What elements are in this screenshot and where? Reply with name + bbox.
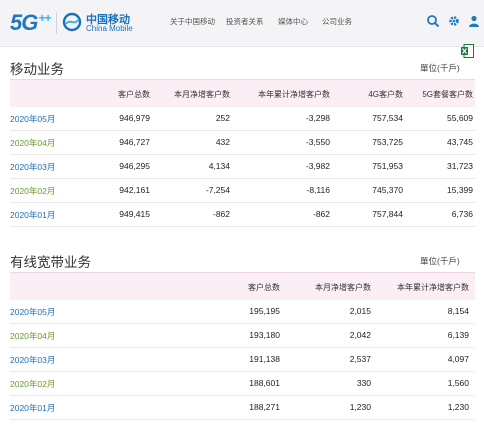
cell-month-net: 2,042 bbox=[349, 330, 371, 340]
cell-ytd-net: 8,154 bbox=[447, 306, 469, 316]
cell-ytd-net: -3,982 bbox=[305, 161, 330, 171]
row-date-link[interactable]: 2020年03月 bbox=[10, 354, 55, 366]
broadband-table-header: 客户总数 本月净增客户数 本年累计净增客户数 bbox=[10, 272, 475, 300]
table-row: 2020年04月 193,180 2,042 6,139 bbox=[10, 323, 475, 348]
cell-month-net: 252 bbox=[215, 113, 230, 123]
col-monthly-net-adds: 本月净增客户数 bbox=[315, 283, 371, 292]
cell-month-net: -7,254 bbox=[205, 185, 230, 195]
col-total-customers: 客户总数 bbox=[248, 283, 280, 292]
cell-ytd-net: 1,560 bbox=[447, 378, 469, 388]
nav-company-business[interactable]: 公司业务 bbox=[322, 16, 352, 27]
col-monthly-net-adds: 本月净增客户数 bbox=[174, 90, 230, 99]
user-icon[interactable] bbox=[467, 14, 481, 28]
cell-total: 188,271 bbox=[249, 402, 280, 412]
cell-total: 191,138 bbox=[249, 354, 280, 364]
row-date-link[interactable]: 2020年04月 bbox=[10, 137, 55, 149]
cell-month-net: 432 bbox=[215, 137, 230, 147]
mobile-table-header: 客户总数 本月净增客户数 本年累计净增客户数 4G客户数 5G套餐客户数 bbox=[10, 79, 475, 107]
nav-about[interactable]: 关于中国移动 bbox=[170, 16, 215, 27]
cell-4g: 757,534 bbox=[372, 113, 403, 123]
table-row: 2020年01月 188,271 1,230 1,230 bbox=[10, 395, 475, 420]
table-row: 2020年02月 942,161 -7,254 -8,116 745,370 1… bbox=[10, 178, 475, 203]
table-row: 2020年01月 949,415 -862 -862 757,844 6,736 bbox=[10, 202, 475, 227]
cell-total: 949,415 bbox=[119, 209, 150, 219]
brand-name-english: China Mobile bbox=[86, 24, 133, 33]
broadband-business-title: 有线宽带业务 bbox=[10, 255, 91, 270]
row-date-link[interactable]: 2020年05月 bbox=[10, 306, 55, 318]
row-date-link[interactable]: 2020年04月 bbox=[10, 330, 55, 342]
search-icon[interactable] bbox=[426, 14, 440, 28]
table-row: 2020年02月 188,601 330 1,560 bbox=[10, 371, 475, 396]
cell-4g: 745,370 bbox=[372, 185, 403, 195]
cell-5g: 15,399 bbox=[447, 185, 473, 195]
cell-month-net: 2,537 bbox=[349, 354, 371, 364]
cell-total: 946,727 bbox=[119, 137, 150, 147]
row-date-link[interactable]: 2020年01月 bbox=[10, 402, 55, 414]
col-5g-customers: 5G套餐客户数 bbox=[422, 90, 473, 99]
cell-4g: 757,844 bbox=[372, 209, 403, 219]
row-date-link[interactable]: 2020年02月 bbox=[10, 378, 55, 390]
logo-divider bbox=[56, 12, 57, 34]
cell-month-net: 330 bbox=[356, 378, 371, 388]
cell-ytd-net: -3,298 bbox=[305, 113, 330, 123]
cell-5g: 31,723 bbox=[447, 161, 473, 171]
table-row: 2020年05月 195,195 2,015 8,154 bbox=[10, 299, 475, 324]
row-date-link[interactable]: 2020年01月 bbox=[10, 209, 55, 221]
cell-4g: 753,725 bbox=[372, 137, 403, 147]
nav-media-center[interactable]: 媒体中心 bbox=[278, 16, 308, 27]
broadband-unit-label: 單位(千戶) bbox=[420, 256, 460, 266]
cell-total: 942,161 bbox=[119, 185, 150, 195]
cell-month-net: 1,230 bbox=[349, 402, 371, 412]
cell-5g: 6,736 bbox=[451, 209, 473, 219]
cell-month-net: 4,134 bbox=[208, 161, 230, 171]
col-4g-customers: 4G客户数 bbox=[368, 90, 403, 99]
cell-ytd-net: -3,550 bbox=[305, 137, 330, 147]
cell-total: 946,295 bbox=[119, 161, 150, 171]
gear-icon[interactable] bbox=[447, 14, 461, 28]
cell-4g: 751,953 bbox=[372, 161, 403, 171]
table-row: 2020年05月 946,979 252 -3,298 757,534 55,6… bbox=[10, 106, 475, 131]
row-date-link[interactable]: 2020年05月 bbox=[10, 113, 55, 125]
5g-logo[interactable]: 5G++ bbox=[10, 10, 51, 36]
cell-total: 946,979 bbox=[119, 113, 150, 123]
cell-ytd-net: 4,097 bbox=[447, 354, 469, 364]
cell-ytd-net: -8,116 bbox=[306, 185, 330, 195]
table-row: 2020年04月 946,727 432 -3,550 753,725 43,7… bbox=[10, 130, 475, 155]
cell-total: 188,601 bbox=[249, 378, 280, 388]
cell-month-net: -862 bbox=[212, 209, 230, 219]
cell-ytd-net: -862 bbox=[312, 209, 330, 219]
cell-ytd-net: 1,230 bbox=[447, 402, 469, 412]
col-ytd-net-adds: 本年累计净增客户数 bbox=[397, 283, 469, 292]
mobile-unit-label: 單位(千戶) bbox=[420, 63, 460, 73]
table-row: 2020年03月 191,138 2,537 4,097 bbox=[10, 347, 475, 372]
excel-export-icon[interactable] bbox=[461, 44, 474, 58]
col-ytd-net-adds: 本年累计净增客户数 bbox=[258, 90, 330, 99]
china-mobile-logo-icon[interactable] bbox=[62, 12, 82, 32]
cell-total: 193,180 bbox=[249, 330, 280, 340]
cell-total: 195,195 bbox=[249, 306, 280, 316]
mobile-business-title: 移动业务 bbox=[10, 62, 64, 77]
col-total-customers: 客户总数 bbox=[118, 90, 150, 99]
cell-5g: 55,609 bbox=[447, 113, 473, 123]
row-date-link[interactable]: 2020年03月 bbox=[10, 161, 55, 173]
row-date-link[interactable]: 2020年02月 bbox=[10, 185, 55, 197]
cell-month-net: 2,015 bbox=[349, 306, 371, 316]
cell-ytd-net: 6,139 bbox=[447, 330, 469, 340]
nav-investor-relations[interactable]: 投资者关系 bbox=[226, 16, 264, 27]
top-navigation-bar: 5G++ 中国移动 China Mobile 关于中国移动 投资者关系 媒体中心… bbox=[0, 0, 484, 47]
table-row: 2020年03月 946,295 4,134 -3,982 751,953 31… bbox=[10, 154, 475, 179]
cell-5g: 43,745 bbox=[447, 137, 473, 147]
